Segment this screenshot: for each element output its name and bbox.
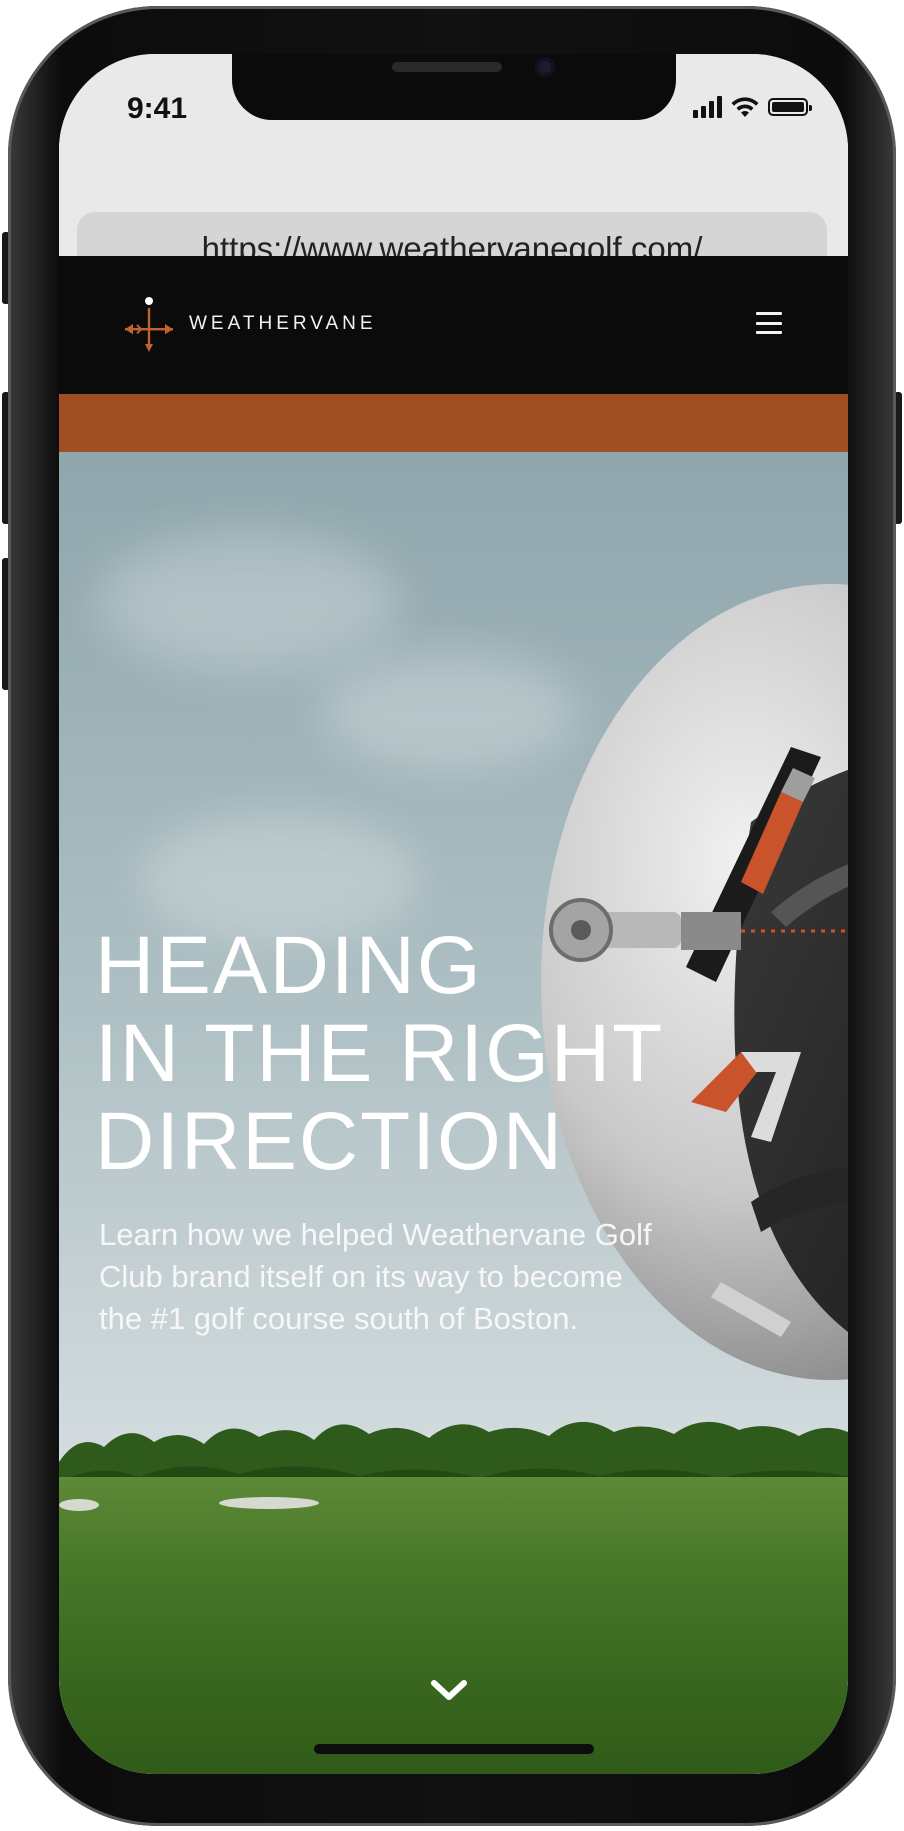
accent-bar xyxy=(59,394,848,452)
wifi-icon xyxy=(731,97,759,117)
hero-section: HEADING IN THE RIGHT DIRECTION Learn how… xyxy=(59,452,848,1774)
sand-bunker xyxy=(59,1499,99,1511)
hamburger-icon[interactable] xyxy=(756,312,782,334)
sky-cloud xyxy=(319,652,579,772)
status-bar: 9:41 xyxy=(59,54,848,164)
weathervane-logo-icon xyxy=(125,297,173,352)
home-indicator[interactable] xyxy=(314,1744,594,1754)
sky-cloud xyxy=(99,532,399,672)
front-camera xyxy=(535,57,555,77)
phone-screen: 9:41 https://www.weathervanegolf.com/ WE… xyxy=(59,54,848,1774)
hero-description: Learn how we helped Weathervane Golf Clu… xyxy=(99,1217,652,1336)
cellular-signal-icon xyxy=(693,96,722,118)
chevron-down-icon[interactable] xyxy=(429,1678,469,1704)
hero-title-line: IN THE RIGHT xyxy=(95,1008,665,1099)
site-header: WEATHERVANE xyxy=(59,256,848,394)
phone-mockup: 9:41 https://www.weathervanegolf.com/ WE… xyxy=(0,0,904,1831)
battery-level xyxy=(772,102,804,112)
site-logo[interactable]: WEATHERVANE xyxy=(123,294,377,354)
fairway-grass xyxy=(59,1477,848,1774)
hero-title-line: DIRECTION xyxy=(95,1096,564,1187)
hero-title: HEADING IN THE RIGHT DIRECTION xyxy=(95,922,664,1186)
earpiece-speaker xyxy=(392,62,502,72)
status-time: 9:41 xyxy=(127,92,188,125)
site-logo-text: WEATHERVANE xyxy=(189,313,377,334)
notch xyxy=(232,54,676,120)
hero-title-line: HEADING xyxy=(95,920,483,1011)
sand-bunker xyxy=(219,1497,319,1509)
status-icons xyxy=(693,94,812,120)
battery-icon xyxy=(768,98,812,116)
